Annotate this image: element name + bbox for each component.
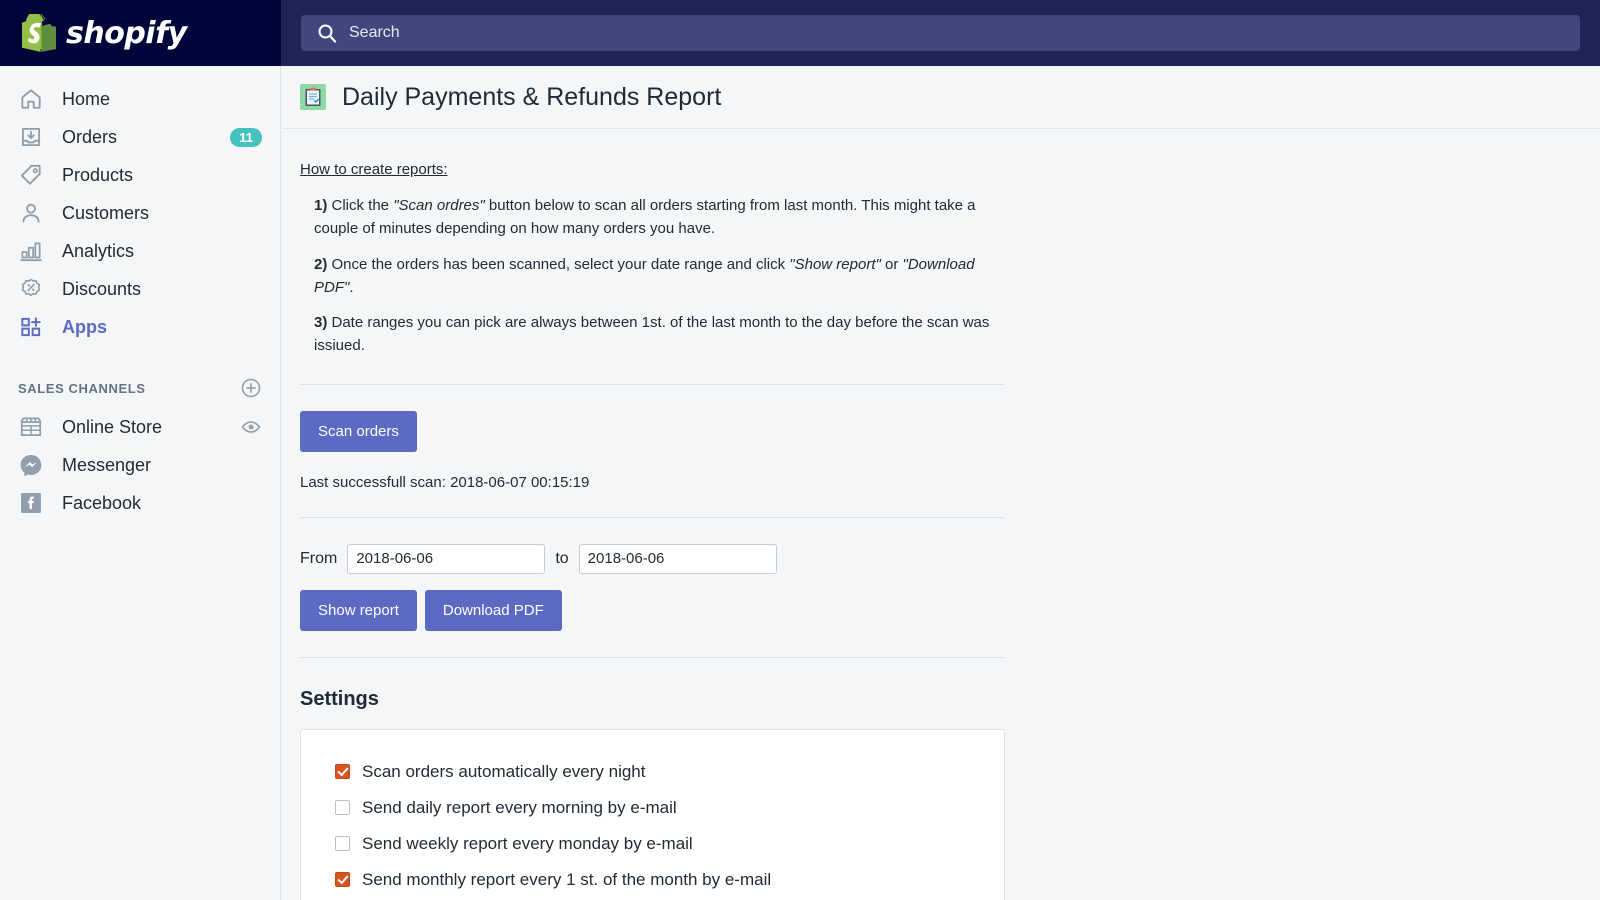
howto-step-2: 2) Once the orders has been scanned, sel… xyxy=(300,253,1000,300)
bar-chart-icon xyxy=(20,242,42,262)
setting-row-scan-nightly[interactable]: Scan orders automatically every night xyxy=(301,754,1004,790)
step-number: 1) xyxy=(314,197,328,214)
tag-icon xyxy=(20,164,41,185)
step-number: 2) xyxy=(314,255,328,273)
step-number: 3) xyxy=(314,314,328,331)
howto-heading: How to create reports: xyxy=(300,161,448,178)
setting-label: Send monthly report every 1 st. of the m… xyxy=(362,869,772,889)
eye-icon[interactable] xyxy=(240,416,262,438)
from-label: From xyxy=(300,549,338,567)
sidebar: Home Orders 11 Products Customers Analyt… xyxy=(0,66,281,900)
checkbox-scan-nightly[interactable] xyxy=(335,764,350,779)
sidebar-item-orders[interactable]: Orders 11 xyxy=(0,118,280,156)
date-from-input[interactable] xyxy=(347,543,546,574)
setting-row-daily-email[interactable]: Send daily report every morning by e-mai… xyxy=(301,790,1004,826)
sidebar-item-facebook[interactable]: Facebook xyxy=(0,484,280,522)
shopify-bag-icon xyxy=(22,14,56,52)
sales-channels-title: SALES CHANNELS xyxy=(18,380,146,396)
sidebar-item-products[interactable]: Products xyxy=(0,156,280,194)
report-actions: Show report Download PDF xyxy=(300,589,1600,631)
page-header: Daily Payments & Refunds Report xyxy=(282,66,1600,129)
show-report-button[interactable]: Show report xyxy=(300,589,417,631)
plus-circle-icon[interactable] xyxy=(240,377,262,399)
sidebar-item-label: Messenger xyxy=(62,454,152,475)
step-text-before: Once the orders has been scanned, select… xyxy=(327,255,790,273)
sidebar-item-home[interactable]: Home xyxy=(0,80,280,118)
sales-channels-header: SALES CHANNELS xyxy=(0,368,280,408)
facebook-icon xyxy=(21,493,41,513)
step-text-after: . xyxy=(349,278,354,296)
setting-label: Scan orders automatically every night xyxy=(362,761,646,781)
shopify-brand[interactable]: shopify xyxy=(0,0,281,66)
checkbox-daily-email[interactable] xyxy=(335,800,350,815)
apps-grid-plus-icon xyxy=(21,317,41,337)
top-bar: shopify Search xyxy=(0,0,1600,66)
date-range-row: From to xyxy=(300,543,1600,574)
sidebar-item-label: Home xyxy=(62,88,111,109)
checkbox-weekly-email[interactable] xyxy=(335,836,350,851)
search-container: Search xyxy=(281,0,1600,66)
search-placeholder: Search xyxy=(349,24,400,41)
sidebar-item-discounts[interactable]: Discounts xyxy=(0,270,280,308)
sidebar-item-label: Products xyxy=(62,164,134,185)
last-scan-status: Last successfull scan: 2018-06-07 00:15:… xyxy=(300,473,590,491)
percent-badge-icon xyxy=(21,278,41,297)
home-icon xyxy=(21,89,41,109)
sidebar-item-label: Customers xyxy=(62,202,150,223)
setting-row-weekly-email[interactable]: Send weekly report every monday by e-mai… xyxy=(301,826,1004,862)
date-to-input[interactable] xyxy=(578,543,777,574)
sidebar-item-customers[interactable]: Customers xyxy=(0,194,280,232)
setting-label: Send daily report every morning by e-mai… xyxy=(362,797,677,817)
step-text-before: Click the xyxy=(327,197,394,214)
divider-3 xyxy=(300,656,1005,658)
orders-badge: 11 xyxy=(230,127,262,147)
page-title: Daily Payments & Refunds Report xyxy=(342,82,722,111)
clipboard-report-icon xyxy=(300,84,326,110)
divider-2 xyxy=(300,516,1005,518)
step-text-before: Date ranges you can pick are always betw… xyxy=(314,314,990,355)
setting-label: Send weekly report every monday by e-mai… xyxy=(362,833,693,853)
scan-orders-button[interactable]: Scan orders xyxy=(300,410,417,452)
howto-step-1: 1) Click the "Scan ordres" button below … xyxy=(300,194,1000,241)
brand-name: shopify xyxy=(66,15,187,51)
sidebar-item-label: Facebook xyxy=(62,492,142,513)
search-icon xyxy=(318,24,337,43)
sidebar-item-messenger[interactable]: Messenger xyxy=(0,446,280,484)
content-body: How to create reports: 1) Click the "Sca… xyxy=(282,129,1600,900)
sidebar-item-apps[interactable]: Apps xyxy=(0,308,280,346)
sidebar-item-label: Apps xyxy=(62,316,107,337)
step-emphasis-1: "Scan ordres" xyxy=(393,197,485,214)
sidebar-item-label: Orders xyxy=(62,126,118,147)
main-content: Daily Payments & Refunds Report How to c… xyxy=(282,66,1600,900)
download-pdf-button[interactable]: Download PDF xyxy=(424,589,562,631)
sidebar-item-label: Analytics xyxy=(62,240,135,261)
sidebar-item-online-store[interactable]: Online Store xyxy=(0,408,280,446)
orders-inbox-icon xyxy=(21,127,41,147)
search-input[interactable]: Search xyxy=(301,15,1580,51)
setting-row-monthly-email[interactable]: Send monthly report every 1 st. of the m… xyxy=(301,862,1004,898)
to-label: to xyxy=(555,549,569,567)
storefront-icon xyxy=(20,417,42,436)
settings-heading: Settings xyxy=(300,687,379,710)
step-text-mid: or xyxy=(880,255,903,273)
person-icon xyxy=(22,203,40,223)
step-emphasis-1: "Show report" xyxy=(789,255,881,273)
sidebar-item-label: Discounts xyxy=(62,278,142,299)
howto-step-3: 3) Date ranges you can pick are always b… xyxy=(300,311,1000,358)
checkbox-monthly-email[interactable] xyxy=(335,872,350,887)
settings-card: Scan orders automatically every night Se… xyxy=(300,728,1005,900)
divider-1 xyxy=(300,383,1005,385)
sidebar-item-label: Online Store xyxy=(62,416,163,437)
sidebar-item-analytics[interactable]: Analytics xyxy=(0,232,280,270)
messenger-icon xyxy=(20,455,42,477)
